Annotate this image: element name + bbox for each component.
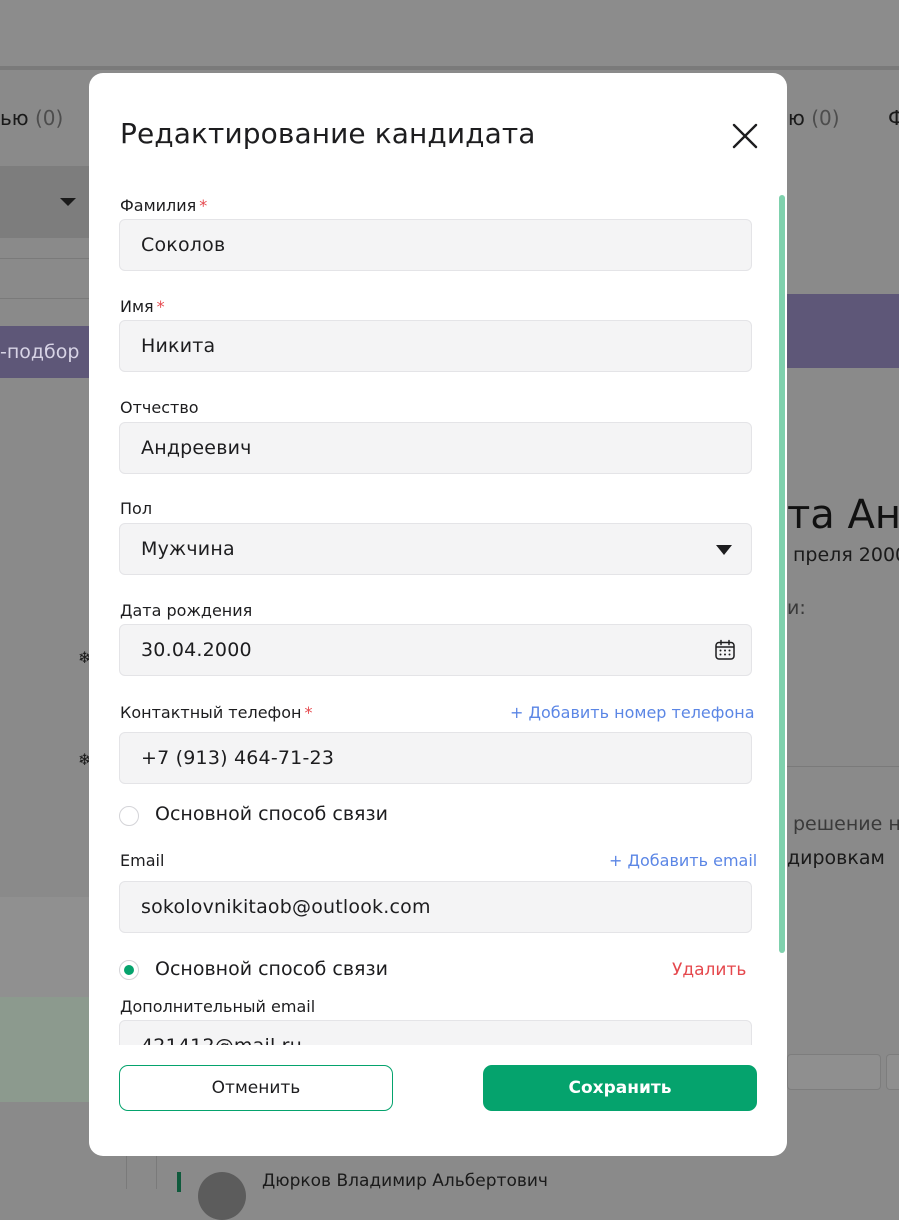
bg-divider <box>787 766 899 767</box>
bg-divider <box>0 66 899 70</box>
first-name-label-text: Имя <box>120 297 154 316</box>
cancel-button[interactable]: Отменить <box>119 1065 393 1111</box>
phone-label-text: Контактный телефон <box>120 703 302 722</box>
email-input[interactable]: sokolovnikitaob@outlook.com <box>119 881 752 933</box>
gender-select[interactable]: Мужчина <box>119 523 752 575</box>
email-primary-label: Основной способ связи <box>155 958 388 980</box>
bg-tab-left-count: (0) <box>34 106 64 130</box>
first-name-value: Никита <box>141 335 216 357</box>
phone-primary-label: Основной способ связи <box>155 803 388 825</box>
last-name-input[interactable]: Соколов <box>119 219 752 271</box>
bg-divider <box>156 1156 157 1189</box>
patronymic-input[interactable]: Андреевич <box>119 422 752 474</box>
bg-tab-right[interactable]: ю (0) <box>788 106 840 130</box>
bg-avatar <box>198 1172 246 1220</box>
save-button[interactable]: Сохранить <box>483 1065 757 1111</box>
bg-birth-text: преля 2000 <box>793 544 899 566</box>
delete-email-link[interactable]: Удалить <box>672 960 746 980</box>
patronymic-label: Отчество <box>120 398 199 417</box>
bg-topbar <box>0 0 899 66</box>
phone-primary-radio[interactable] <box>119 806 139 826</box>
close-button[interactable] <box>731 122 759 150</box>
first-name-input[interactable]: Никита <box>119 320 752 372</box>
bg-input[interactable] <box>886 1054 899 1090</box>
scrollbar[interactable] <box>779 195 785 953</box>
last-name-value: Соколов <box>141 234 226 256</box>
add-phone-link[interactable]: + Добавить номер телефона <box>510 703 755 722</box>
bg-tab-right-count: (0) <box>811 106 840 130</box>
required-mark: * <box>304 703 313 722</box>
bg-input[interactable] <box>787 1054 881 1090</box>
birth-date-label: Дата рождения <box>120 601 253 620</box>
form-scroll-area[interactable]: Фамилия * Соколов Имя * Никита Отчество Ан… <box>89 183 787 1045</box>
phone-label: Контактный телефон * <box>120 703 312 722</box>
bg-divider <box>0 298 90 299</box>
bg-candidate-name: та Анд <box>787 492 899 538</box>
phone-value: +7 (913) 464-71-23 <box>141 747 335 769</box>
bg-person-name[interactable]: Дюрков Владимир Альбертович <box>262 1171 548 1191</box>
bg-tab-left-label: ью <box>0 106 29 130</box>
last-name-label: Фамилия * <box>120 196 207 215</box>
required-mark: * <box>156 297 165 316</box>
extra-email-label: Дополнительный email <box>120 997 316 1016</box>
bg-divider <box>126 1156 127 1189</box>
gender-value: Мужчина <box>141 538 235 560</box>
bg-label: и: <box>787 597 806 619</box>
required-mark: * <box>199 196 208 215</box>
bg-accent-bar <box>177 1172 181 1192</box>
bg-green-block <box>0 997 90 1102</box>
bg-divider <box>0 258 90 259</box>
chevron-down-icon <box>716 545 732 555</box>
bg-purple-label: -подбор <box>0 341 80 363</box>
email-primary-radio[interactable] <box>119 960 139 980</box>
birth-date-input[interactable]: 30.04.2000 <box>119 624 752 676</box>
modal-title: Редактирование кандидата <box>120 117 536 150</box>
close-icon <box>732 123 758 149</box>
bg-block <box>0 897 90 997</box>
add-email-link[interactable]: + Добавить email <box>609 851 757 870</box>
extra-email-input[interactable]: 421412@mail.ru <box>119 1020 752 1045</box>
phone-input[interactable]: +7 (913) 464-71-23 <box>119 732 752 784</box>
email-label: Email <box>120 851 165 870</box>
edit-candidate-modal: Редактирование кандидата Фамилия * Соколо… <box>89 73 787 1156</box>
birth-date-value: 30.04.2000 <box>141 639 252 661</box>
bg-chevron-down-icon <box>60 198 76 206</box>
first-name-label: Имя * <box>120 297 165 316</box>
gender-label: Пол <box>120 499 153 518</box>
email-value: sokolovnikitaob@outlook.com <box>141 896 431 918</box>
bg-trips-text: дировкам <box>787 847 885 869</box>
patronymic-value: Андреевич <box>141 437 252 459</box>
calendar-icon[interactable] <box>714 639 736 661</box>
bg-tab-far-right[interactable]: Ф <box>888 106 899 130</box>
extra-email-value: 421412@mail.ru <box>141 1035 302 1045</box>
bg-purple-banner-right <box>787 294 899 368</box>
last-name-label-text: Фамилия <box>120 196 197 215</box>
bg-decision-text: решение на <box>793 813 899 835</box>
bg-tab-left[interactable]: ью (0) <box>0 106 63 130</box>
bg-tab-right-label: ю <box>788 106 805 130</box>
